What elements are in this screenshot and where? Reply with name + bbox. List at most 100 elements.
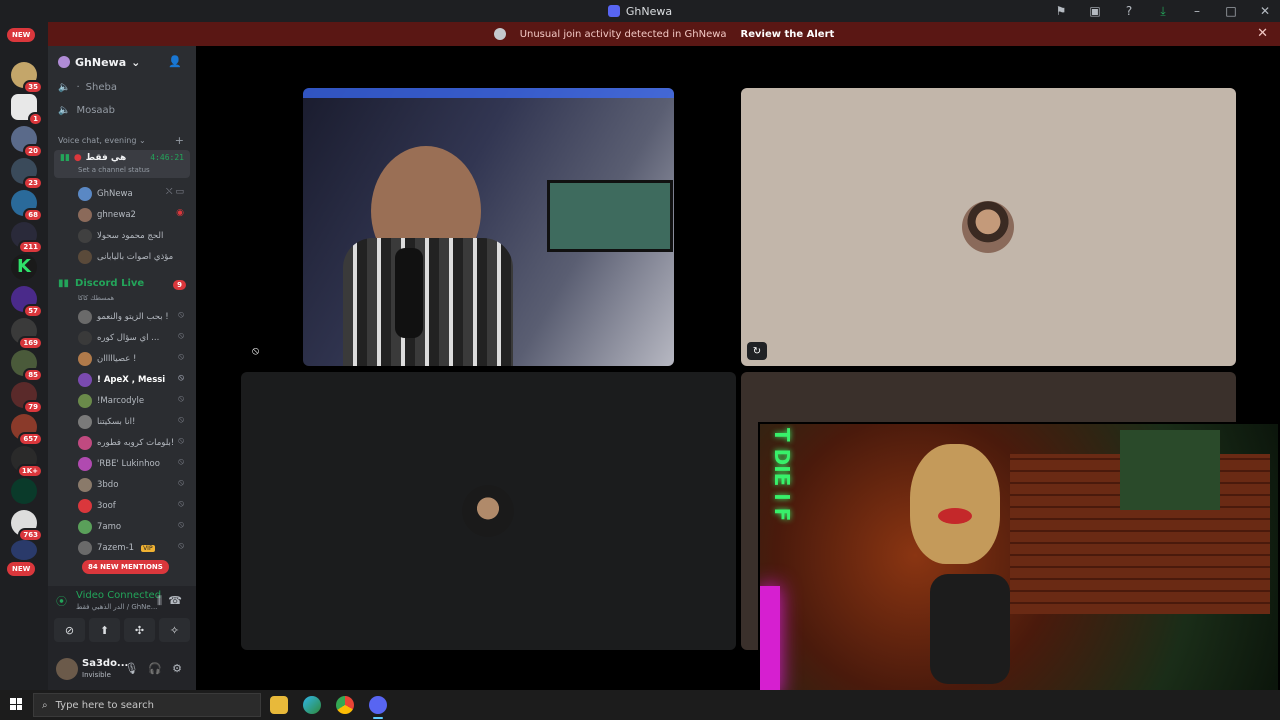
- microphone-icon[interactable]: 🎙: [124, 662, 138, 675]
- voice-member[interactable]: 3oof ⦸: [78, 497, 188, 515]
- edge-browser-icon[interactable]: [303, 696, 321, 714]
- member-name: 7amo: [97, 522, 122, 532]
- server-icon[interactable]: 169: [11, 318, 43, 350]
- new-mentions-button[interactable]: 84 NEW MENTIONS: [82, 560, 169, 574]
- server-name: GhNewa: [75, 55, 127, 69]
- server-icon[interactable]: [11, 478, 37, 504]
- minimize-button[interactable]: –: [1190, 4, 1204, 18]
- review-alert-link[interactable]: Review the Alert: [741, 29, 835, 40]
- unread-badge: 169: [18, 336, 43, 350]
- vip-tag: VIP: [141, 544, 155, 552]
- server-icon[interactable]: 1: [11, 94, 43, 126]
- channel-label: Mosaab: [76, 105, 116, 116]
- download-icon[interactable]: ⤓: [1156, 4, 1170, 19]
- server-header[interactable]: GhNewa ⌄ 👤: [48, 46, 196, 78]
- voice-member[interactable]: الحج محمود سحولا: [78, 227, 188, 245]
- category-label: Voice chat, evening: [58, 136, 137, 145]
- server-icon[interactable]: 35: [11, 62, 43, 94]
- avatar[interactable]: [56, 658, 78, 680]
- voice-member[interactable]: مؤذي اصوات باليابانى: [78, 248, 188, 266]
- category-voice-chat-evening[interactable]: Voice chat, evening ⌄: [58, 136, 146, 145]
- close-alert-icon[interactable]: ✕: [1257, 26, 1268, 41]
- server-icon[interactable]: 68: [11, 190, 43, 222]
- avatar: [78, 331, 92, 345]
- add-channel-icon[interactable]: +: [175, 134, 184, 147]
- new-badge-bottom: NEW: [7, 562, 36, 576]
- voice-location[interactable]: الدر الذهبي فقط / GhNe...: [76, 603, 157, 611]
- file-explorer-icon[interactable]: [270, 696, 288, 714]
- activities-button[interactable]: ✣: [124, 618, 155, 642]
- voice-member[interactable]: !Marcodyle ⦸: [78, 392, 188, 410]
- maximize-button[interactable]: □: [1224, 4, 1238, 18]
- signal-icon[interactable]: ⦿: [56, 593, 67, 609]
- username[interactable]: Sa3do...: [82, 658, 128, 669]
- chrome-icon[interactable]: [336, 696, 354, 714]
- server-icon[interactable]: 763: [11, 510, 43, 542]
- camera-off-button[interactable]: ⊘: [54, 618, 85, 642]
- invite-people-icon[interactable]: 👤: [168, 55, 182, 68]
- member-name: اي سؤال كوره ...: [97, 333, 160, 343]
- close-window-button[interactable]: ✕: [1258, 4, 1272, 18]
- muted-icon: ⦸: [178, 541, 184, 551]
- voice-connection-panel: ⦿ Video Connected الدر الذهبي فقط / GhNe…: [48, 586, 196, 650]
- avatar: [78, 436, 92, 450]
- server-icon[interactable]: 1K+: [11, 446, 43, 478]
- server-icon[interactable]: 85: [11, 350, 43, 382]
- voice-member[interactable]: 7azem-1 VIP ⦸: [78, 539, 188, 557]
- unread-badge: 85: [23, 368, 43, 382]
- server-icon[interactable]: 211: [11, 222, 43, 254]
- gear-icon[interactable]: ⚙: [172, 662, 182, 675]
- voice-status[interactable]: Video Connected: [76, 590, 161, 601]
- server-icon[interactable]: 79: [11, 382, 43, 414]
- server-icon[interactable]: 20: [11, 126, 43, 158]
- server-icon[interactable]: [11, 540, 37, 560]
- channel-status[interactable]: Set a channel status: [78, 166, 150, 174]
- microphone: [395, 248, 423, 338]
- channel-mosaab[interactable]: 🔈 Mosaab: [58, 105, 115, 116]
- voice-member[interactable]: بلومات كروبه فطوره! ⦸: [78, 434, 188, 452]
- channel-discord-live[interactable]: ▮▮ Discord Live: [58, 278, 144, 289]
- server-icon-k[interactable]: K: [11, 254, 37, 280]
- unread-badge: 23: [23, 176, 43, 190]
- voice-member[interactable]: انا بسكيتنا! ⦸: [78, 413, 188, 431]
- unread-badge: 657: [18, 432, 43, 446]
- taskbar-search[interactable]: ⌕ Type here to search: [33, 693, 261, 717]
- server-icon[interactable]: 657: [11, 414, 43, 446]
- alert-bar: Unusual join activity detected in GhNewa…: [48, 22, 1280, 46]
- flag-icon[interactable]: ⚑: [1054, 4, 1068, 18]
- windows-start-icon[interactable]: [10, 698, 22, 710]
- video-tile-avatar[interactable]: ↻: [741, 88, 1236, 366]
- screen-icon[interactable]: ▣: [1088, 4, 1102, 18]
- video-tile-camera[interactable]: [303, 88, 674, 366]
- disconnect-icon[interactable]: ☎: [168, 594, 182, 607]
- voice-member[interactable]: ! ApeX , Messi ⦸: [78, 371, 188, 389]
- channel-sheba[interactable]: 🔈 · Sheba: [58, 82, 117, 93]
- search-placeholder: Type here to search: [55, 699, 154, 711]
- voice-member[interactable]: عصيااااان ! ⦸: [78, 350, 188, 368]
- voice-member[interactable]: 'RBE' Lukinhoo ⦸: [78, 455, 188, 473]
- voice-member[interactable]: 3bdo ⦸: [78, 476, 188, 494]
- voice-member[interactable]: اي سؤال كوره ... ⦸: [78, 329, 188, 347]
- avatar: [78, 499, 92, 513]
- member-name: ! ApeX , Messi: [97, 375, 166, 385]
- channel-sidebar: GhNewa ⌄ 👤 🔈 · Sheba 🔈 Mosaab Voice chat…: [48, 46, 196, 690]
- headphones-icon[interactable]: 🎧: [148, 662, 162, 675]
- server-icon[interactable]: 57: [11, 286, 43, 318]
- activity-icon[interactable]: ↻: [747, 342, 767, 360]
- soundboard-button[interactable]: ✧: [159, 618, 190, 642]
- voice-member[interactable]: GhNewa ⛌ ▭: [78, 185, 188, 203]
- help-icon[interactable]: ?: [1122, 4, 1136, 18]
- server-icon[interactable]: 23: [11, 158, 43, 190]
- voice-channel-active[interactable]: ▮▮ ● هي فقط 4:46:21 Set a channel status: [54, 150, 190, 178]
- member-name: !Marcodyle: [97, 396, 145, 406]
- voice-member[interactable]: ghnewa2 ◉: [78, 206, 188, 224]
- unread-badge: 79: [23, 400, 43, 414]
- member-name: 7azem-1: [97, 543, 135, 553]
- video-tile-avatar[interactable]: [241, 372, 736, 650]
- noise-suppression-icon[interactable]: ⫼: [157, 594, 162, 608]
- avatar: [78, 520, 92, 534]
- discord-taskbar-icon[interactable]: [369, 696, 387, 719]
- voice-member[interactable]: 7amo ⦸: [78, 518, 188, 536]
- screen-share-button[interactable]: ⬆: [89, 618, 120, 642]
- voice-member[interactable]: بحب الزيتو والنعمو ! ⦸: [78, 308, 188, 326]
